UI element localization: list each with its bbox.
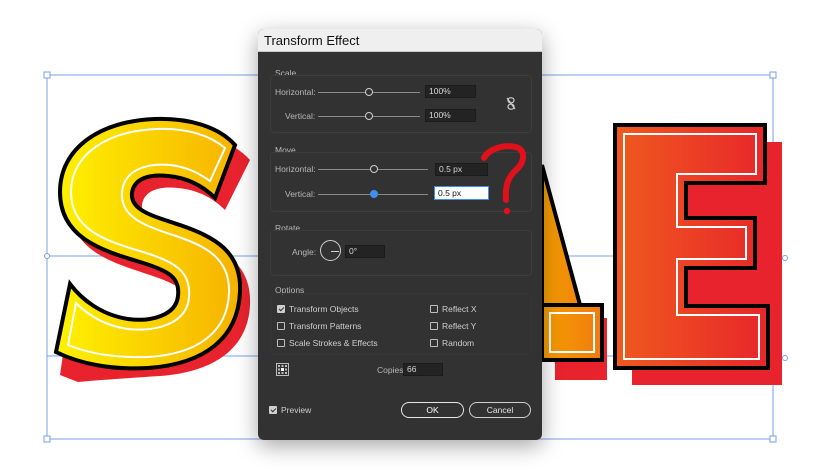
move-vertical-label: Vertical: xyxy=(285,189,316,199)
link-icon[interactable] xyxy=(506,97,516,110)
random-checkbox[interactable] xyxy=(430,339,438,347)
scale-vertical-input[interactable] xyxy=(425,109,476,122)
scale-strokes-label: Scale Strokes & Effects xyxy=(289,338,378,348)
transform-objects-checkbox[interactable] xyxy=(277,305,285,313)
ok-button[interactable]: OK xyxy=(401,402,464,418)
angle-input[interactable] xyxy=(345,245,385,258)
scale-horizontal-input[interactable] xyxy=(425,85,476,98)
random-label: Random xyxy=(442,338,475,348)
move-horizontal-slider-thumb[interactable] xyxy=(370,165,378,173)
reflect-x-checkbox[interactable] xyxy=(430,305,438,313)
scale-vertical-label: Vertical: xyxy=(285,111,316,121)
angle-dial[interactable] xyxy=(320,240,341,261)
transform-patterns-checkbox[interactable] xyxy=(277,322,285,330)
scale-group xyxy=(270,75,532,133)
question-mark-annotation xyxy=(481,143,527,215)
dialog-title: Transform Effect xyxy=(264,33,360,48)
copies-label: Copies xyxy=(377,365,404,375)
scale-vertical-slider-thumb[interactable] xyxy=(365,112,373,120)
reflect-x-label: Reflect X xyxy=(442,304,477,314)
transform-patterns-label: Transform Patterns xyxy=(289,321,362,331)
scale-horizontal-slider-thumb[interactable] xyxy=(365,88,373,96)
cancel-button[interactable]: Cancel xyxy=(469,402,531,418)
angle-label: Angle: xyxy=(292,247,317,257)
scale-horizontal-label: Horizontal: xyxy=(275,87,316,97)
reference-point-icon[interactable] xyxy=(276,363,289,376)
scale-strokes-checkbox[interactable] xyxy=(277,339,285,347)
copies-input[interactable] xyxy=(403,363,443,376)
move-vertical-slider-thumb[interactable] xyxy=(370,190,378,198)
move-horizontal-label: Horizontal: xyxy=(275,164,316,174)
dialog-titlebar[interactable]: Transform Effect xyxy=(258,29,542,52)
reflect-y-checkbox[interactable] xyxy=(430,322,438,330)
preview-label: Preview xyxy=(281,405,312,415)
preview-checkbox[interactable] xyxy=(269,406,277,414)
transform-effect-dialog: Transform Effect Scale Horizontal: Verti… xyxy=(258,29,542,440)
transform-objects-label: Transform Objects xyxy=(289,304,359,314)
reflect-y-label: Reflect Y xyxy=(442,321,477,331)
